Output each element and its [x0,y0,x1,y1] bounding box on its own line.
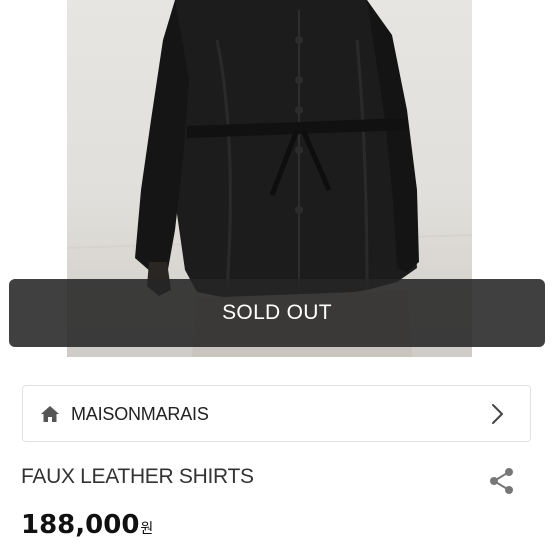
share-icon[interactable] [486,466,516,496]
price-currency: 원 [140,521,154,537]
price-value: 188,000 [21,510,140,540]
home-icon [41,406,59,422]
sold-out-label: SOLD OUT [222,301,332,324]
seller-link[interactable]: MAISONMARAIS [22,385,531,442]
seller-name: MAISONMARAIS [71,404,209,424]
price: 188,000원 [21,510,153,540]
chevron-right-icon [492,404,503,424]
product-title: FAUX LEATHER SHIRTS [21,465,254,488]
sold-out-banner: SOLD OUT [9,279,545,347]
